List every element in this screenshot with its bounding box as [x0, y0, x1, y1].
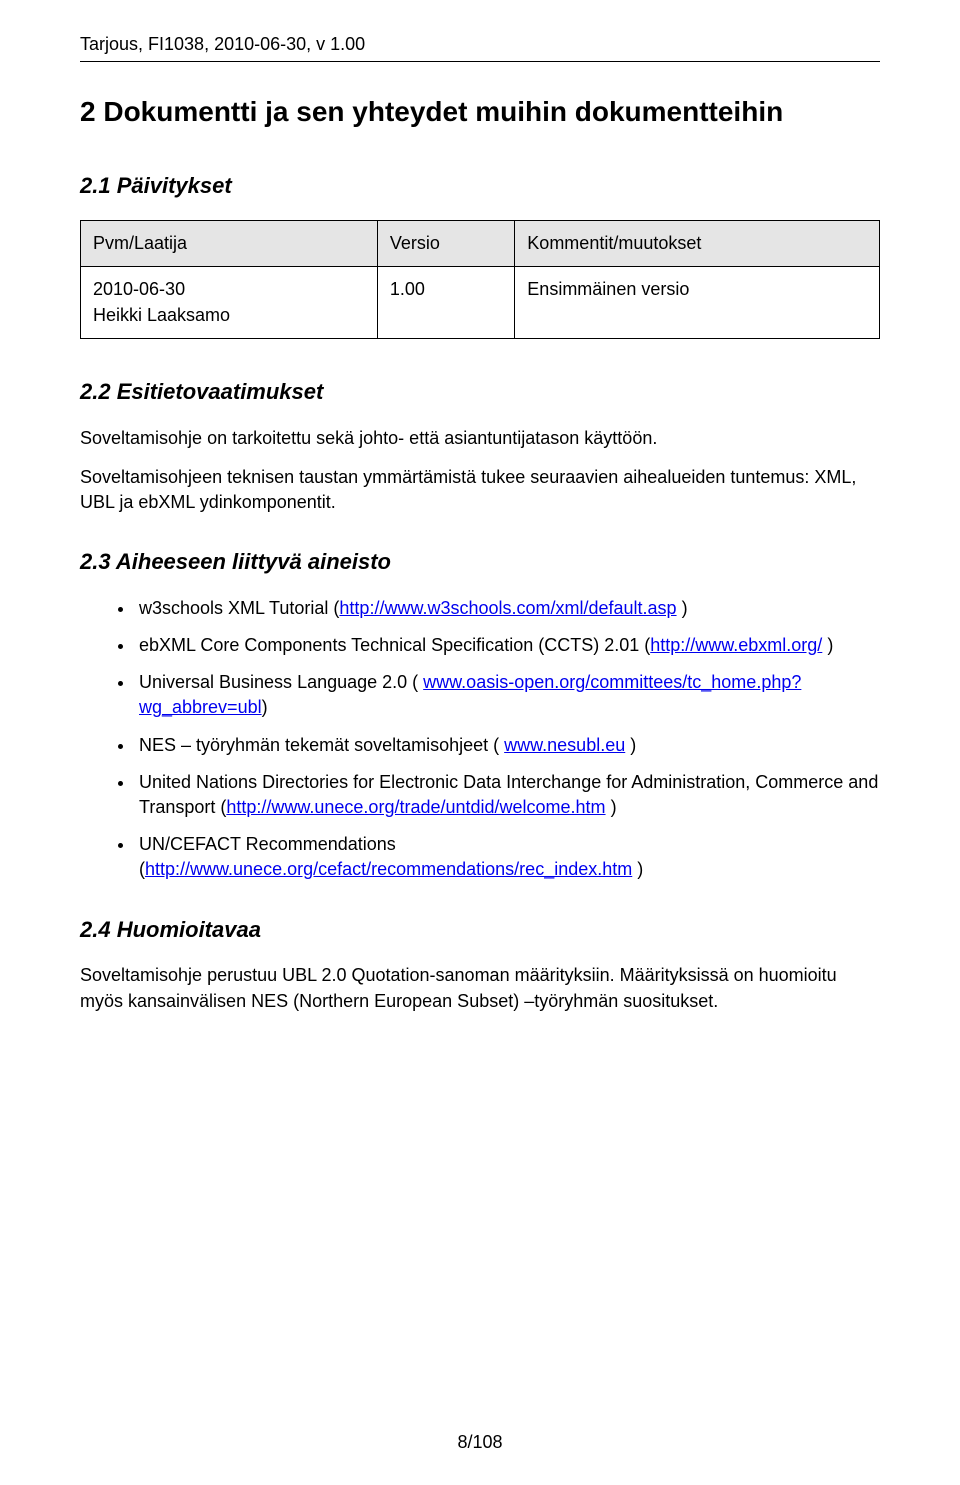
item-text-post: ) — [677, 598, 688, 618]
list-item: w3schools XML Tutorial (http://www.w3sch… — [135, 596, 880, 621]
item-text-pre: ebXML Core Components Technical Specific… — [139, 635, 650, 655]
item-text-pre: w3schools XML Tutorial ( — [139, 598, 339, 618]
col-pvm-laatija: Pvm/Laatija — [81, 221, 378, 267]
cell-kommentit: Ensimmäinen versio — [515, 267, 880, 338]
resource-list: w3schools XML Tutorial (http://www.w3sch… — [80, 596, 880, 883]
section-2-4-heading: 2.4 Huomioitavaa — [80, 915, 880, 946]
section-2-2-heading: 2.2 Esitietovaatimukset — [80, 377, 880, 408]
list-item: NES – työryhmän tekemät soveltamisohjeet… — [135, 733, 880, 758]
s22-para2: Soveltamisohjeen teknisen taustan ymmärt… — [80, 465, 880, 515]
item-text-post: ) — [625, 735, 636, 755]
header-rule — [80, 61, 880, 62]
list-item: Universal Business Language 2.0 ( www.oa… — [135, 670, 880, 720]
resource-link[interactable]: www.nesubl.eu — [504, 735, 625, 755]
list-item: UN/CEFACT Recommendations (http://www.un… — [135, 832, 880, 882]
item-text-pre: Universal Business Language 2.0 ( — [139, 672, 423, 692]
section-2-3-heading: 2.3 Aiheeseen liittyvä aineisto — [80, 547, 880, 578]
resource-link[interactable]: http://www.unece.org/cefact/recommendati… — [145, 859, 632, 879]
chapter-heading: 2 Dokumentti ja sen yhteydet muihin doku… — [80, 92, 880, 131]
s24-para: Soveltamisohje perustuu UBL 2.0 Quotatio… — [80, 963, 880, 1013]
item-text-post: ) — [632, 859, 643, 879]
item-text-post: ) — [822, 635, 833, 655]
resource-link[interactable]: http://www.unece.org/trade/untdid/welcom… — [226, 797, 605, 817]
s22-para1: Soveltamisohje on tarkoitettu sekä johto… — [80, 426, 880, 451]
col-kommentit: Kommentit/muutokset — [515, 221, 880, 267]
item-text-post: ) — [606, 797, 617, 817]
running-header: Tarjous, FI1038, 2010-06-30, v 1.00 — [80, 32, 880, 57]
item-text-post: ) — [262, 697, 268, 717]
resource-link[interactable]: http://www.ebxml.org/ — [650, 635, 822, 655]
table-row: 2010-06-30 Heikki Laaksamo 1.00 Ensimmäi… — [81, 267, 880, 338]
page: Tarjous, FI1038, 2010-06-30, v 1.00 2 Do… — [0, 0, 960, 1485]
resource-link[interactable]: http://www.w3schools.com/xml/default.asp — [339, 598, 676, 618]
list-item: ebXML Core Components Technical Specific… — [135, 633, 880, 658]
cell-versio: 1.00 — [377, 267, 514, 338]
item-text-pre: NES – työryhmän tekemät soveltamisohjeet… — [139, 735, 504, 755]
version-table: Pvm/Laatija Versio Kommentit/muutokset 2… — [80, 220, 880, 339]
list-item: United Nations Directories for Electroni… — [135, 770, 880, 820]
section-2-1-heading: 2.1 Päivitykset — [80, 171, 880, 202]
page-number: 8/108 — [0, 1430, 960, 1455]
cell-author: Heikki Laaksamo — [93, 303, 365, 328]
col-versio: Versio — [377, 221, 514, 267]
cell-pvm: 2010-06-30 — [93, 277, 365, 302]
